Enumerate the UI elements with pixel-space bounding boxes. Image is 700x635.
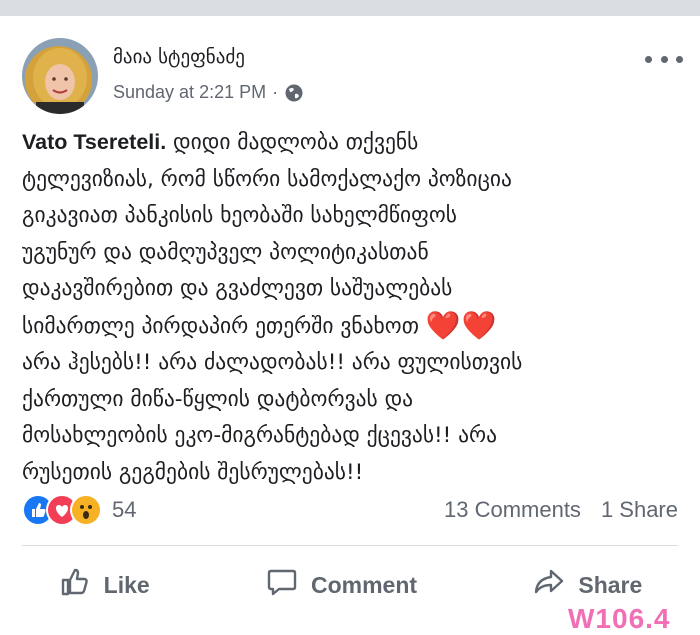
comment-icon (265, 565, 299, 605)
like-button[interactable]: Like (58, 565, 150, 605)
author-name[interactable]: მაია სტეფნაძე (113, 46, 245, 68)
post-text: Vato Tsereteli. დიდი მადლობა თქვენს ტელე… (22, 124, 672, 491)
avatar[interactable] (22, 38, 98, 114)
reaction-count: 54 (112, 497, 137, 522)
comment-label: Comment (311, 571, 418, 598)
reactions-summary[interactable]: 54 (22, 494, 136, 526)
like-label: Like (103, 571, 150, 598)
post-stats: 13 Comments 1 Share (444, 497, 678, 523)
post-meta: Sunday at 2:21 PM · (113, 82, 304, 103)
more-options-icon[interactable] (645, 48, 683, 70)
post-body: დიდი მადლობა თქვენს ტელევიზიას, რომ სწორ… (22, 130, 512, 339)
mentioned-name[interactable]: Vato Tsereteli. (22, 130, 166, 154)
share-icon (532, 565, 566, 605)
share-label: Share (578, 571, 643, 598)
post-body-end: არა ჰესებს!! არა ძალადობას!! არა ფულისთვ… (22, 350, 523, 485)
timestamp[interactable]: Sunday at 2:21 PM (113, 82, 266, 103)
wow-icon (70, 494, 102, 526)
meta-separator: · (272, 82, 279, 102)
thumbs-up-icon (58, 565, 92, 605)
heart-emoji: ❤️❤️ (425, 308, 498, 342)
top-strip (0, 0, 700, 16)
comments-count[interactable]: 13 Comments (444, 497, 581, 523)
shares-count[interactable]: 1 Share (601, 497, 678, 523)
globe-icon[interactable] (284, 83, 304, 103)
share-button[interactable]: Share (532, 565, 642, 605)
watermark-logo: W106.4 (568, 603, 671, 634)
divider (22, 545, 678, 546)
comment-button[interactable]: Comment (265, 565, 417, 605)
